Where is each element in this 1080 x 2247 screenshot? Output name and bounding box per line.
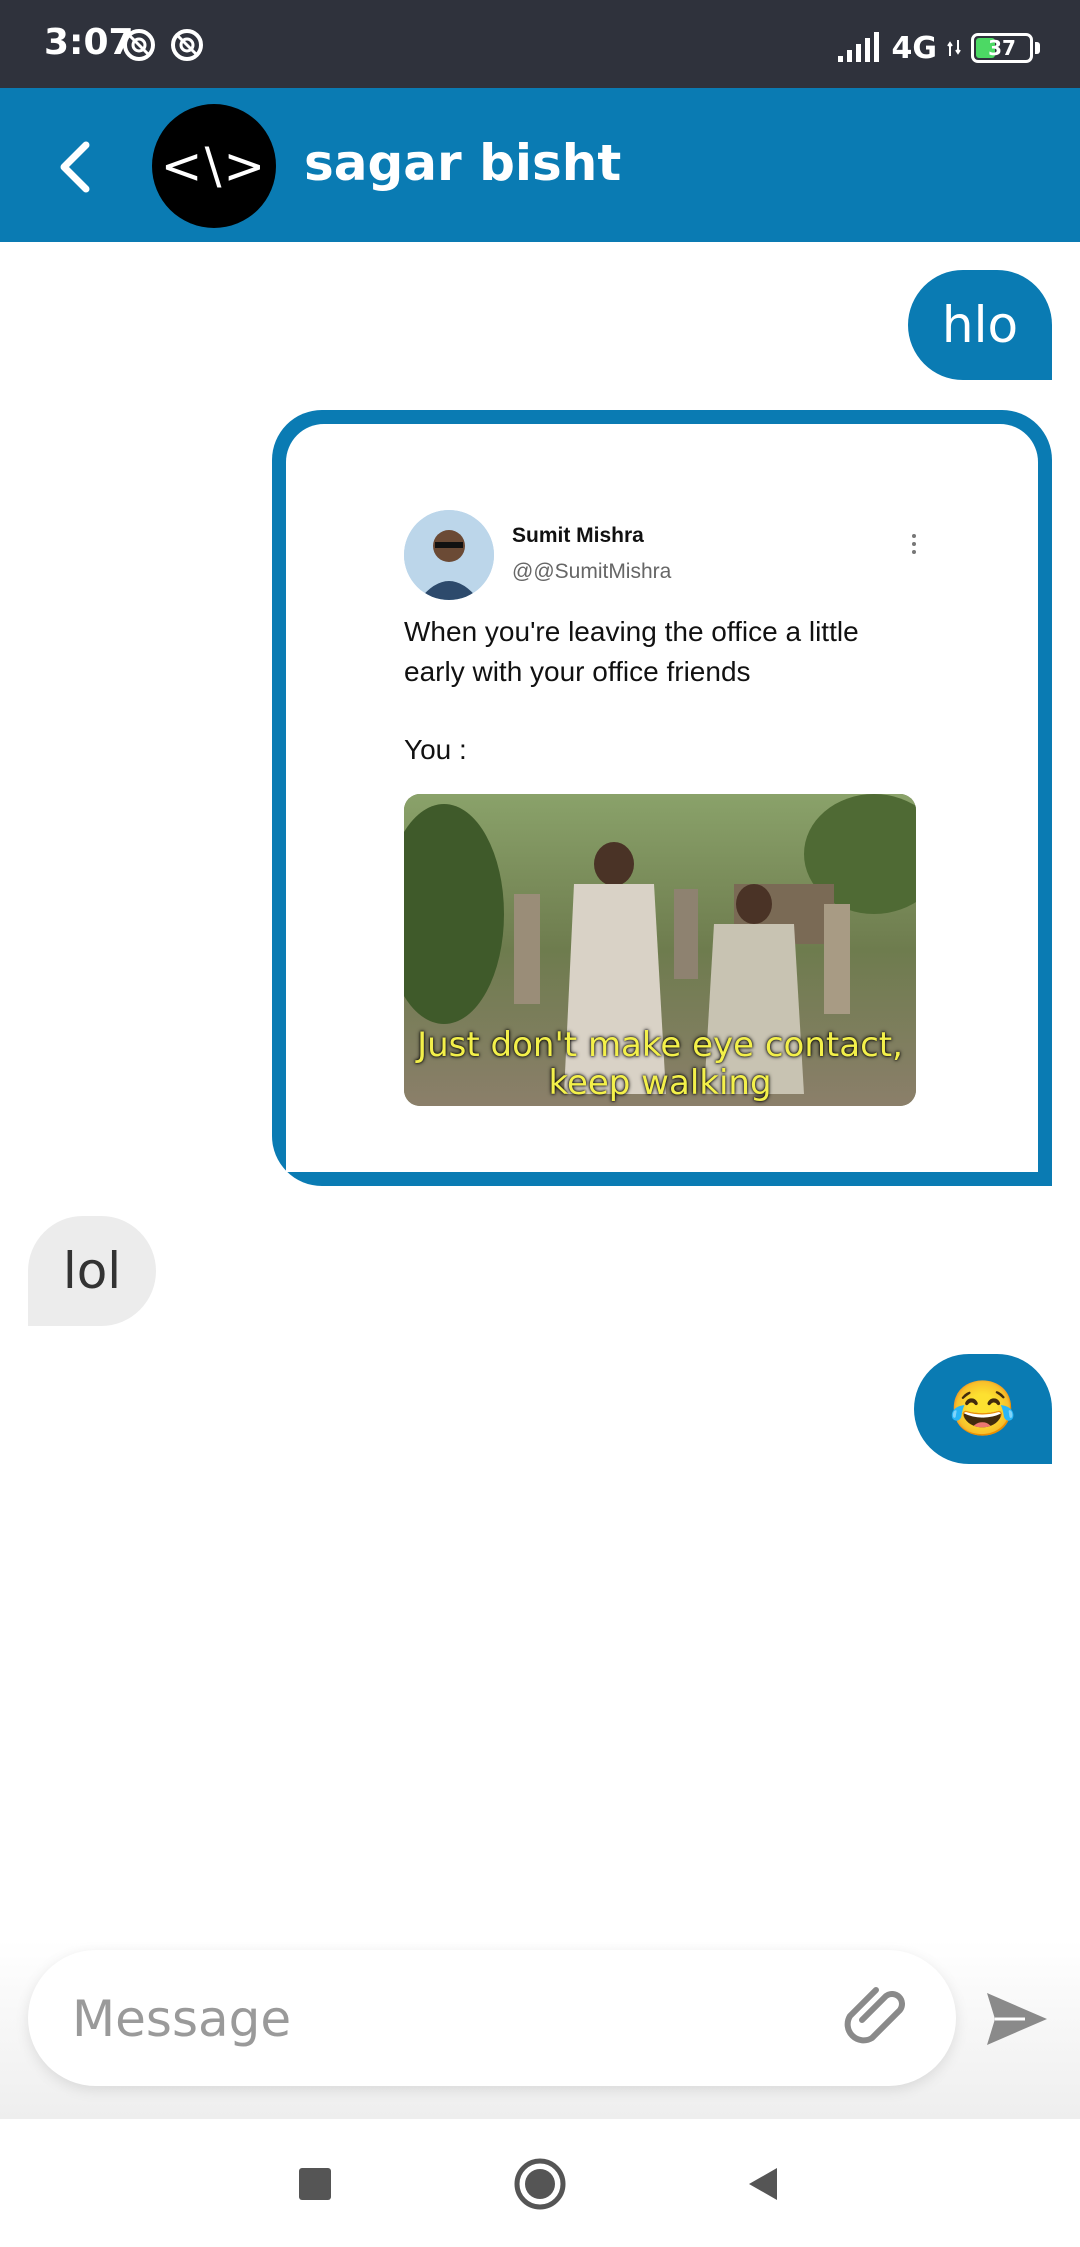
attach-button[interactable] (840, 1980, 916, 2056)
send-icon (987, 1993, 1047, 2045)
notification-icon (123, 29, 155, 61)
system-nav-bar (0, 2118, 1080, 2247)
contact-avatar[interactable]: <\> (152, 104, 276, 228)
tweet-author-avatar (404, 510, 494, 600)
battery-nub (1035, 42, 1040, 54)
battery-icon: 37 (971, 33, 1033, 63)
message-placeholder: Message (72, 1990, 292, 2048)
message-bubble-incoming[interactable]: lol (28, 1216, 156, 1326)
status-bar: 3:07 4G 37 (0, 0, 1080, 88)
tweet-author-handle: @@SumitMishra (512, 560, 672, 583)
meme-caption-line: Just don't make eye contact, (417, 1025, 903, 1065)
battery-level: 37 (988, 36, 1016, 60)
home-button[interactable] (505, 2149, 575, 2219)
status-right: 4G 37 (837, 28, 1040, 68)
laughing-emoji: 😂 (949, 1378, 1017, 1439)
back-button[interactable] (44, 124, 104, 210)
status-time: 3:07 (44, 22, 134, 63)
send-button[interactable] (982, 1984, 1052, 2054)
tweet-author-name: Sumit Mishra (512, 524, 644, 547)
recents-button[interactable] (280, 2149, 350, 2219)
message-text: lol (62, 1242, 122, 1300)
notification-icon (171, 29, 203, 61)
message-text: hlo (941, 296, 1019, 354)
person-avatar-icon (404, 510, 494, 600)
tweet-text: When you're leaving the office a little … (404, 616, 859, 687)
circle-icon (514, 2158, 566, 2210)
meme-caption: Just don't make eye contact, keep walkin… (404, 1026, 916, 1102)
tweet-you-label: You : (404, 734, 467, 765)
message-input[interactable]: Message (28, 1950, 956, 2086)
shared-image[interactable]: Sumit Mishra @@SumitMishra When you're l… (286, 424, 1038, 1172)
paperclip-icon (844, 1987, 905, 2044)
more-options-icon (904, 524, 924, 564)
meme-caption-line: keep walking (548, 1063, 772, 1103)
chevron-left-icon (60, 141, 90, 193)
triangle-back-icon (749, 2168, 777, 2200)
contact-name[interactable]: sagar bisht (304, 134, 621, 192)
data-arrows-icon (947, 40, 961, 56)
message-bubble-outgoing[interactable]: hlo (908, 270, 1052, 380)
chat-header: <\> sagar bisht (0, 88, 1080, 242)
message-image-bubble[interactable]: Sumit Mishra @@SumitMishra When you're l… (272, 410, 1052, 1186)
message-bubble-outgoing[interactable]: 😂 (914, 1354, 1052, 1464)
network-type: 4G (891, 30, 938, 66)
tweet-photo: Just don't make eye contact, keep walkin… (404, 794, 916, 1106)
signal-icon (837, 32, 879, 62)
back-nav-button[interactable] (728, 2149, 798, 2219)
square-icon (299, 2168, 331, 2200)
